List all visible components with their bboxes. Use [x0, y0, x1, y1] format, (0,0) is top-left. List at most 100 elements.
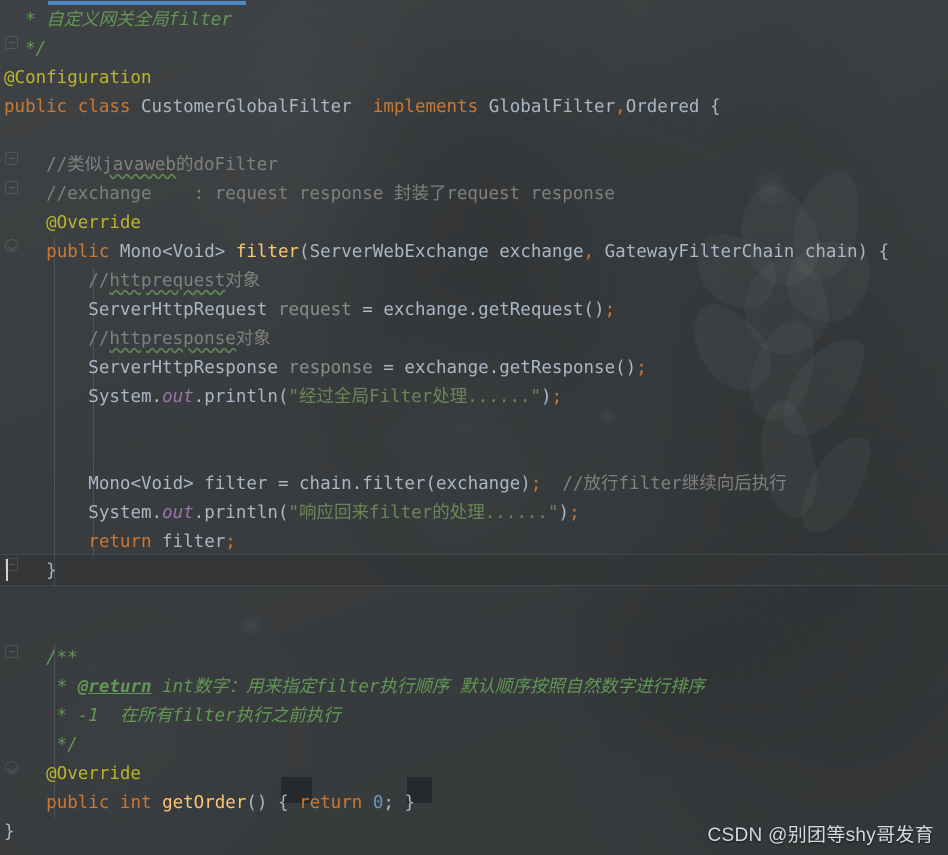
code-token: */	[4, 39, 47, 59]
code-token: Ordered	[625, 97, 700, 117]
code-token: Mono<Void>	[88, 474, 194, 494]
code-token: //类似	[4, 155, 103, 175]
code-token: ;	[636, 358, 647, 378]
code-line[interactable]: @Override	[4, 209, 948, 238]
code-line[interactable]: /**	[4, 644, 948, 673]
code-token: }	[4, 561, 57, 581]
code-token: request	[277, 300, 352, 320]
code-token: 自定义网关全局filter	[46, 10, 232, 30]
code-token: ,	[615, 97, 626, 117]
code-line[interactable]	[4, 441, 948, 470]
code-token: ;	[569, 503, 580, 523]
code-token: )	[558, 503, 570, 523]
code-line[interactable]: //httpresponse对象	[4, 325, 948, 354]
code-token: ServerHttpRequest	[88, 300, 268, 320]
code-token: ;	[530, 474, 542, 494]
code-token: @return	[77, 677, 152, 697]
code-token: 的doFilter	[175, 155, 278, 175]
code-line[interactable]: //类似javaweb的doFilter	[4, 151, 948, 180]
code-token: response	[288, 358, 373, 378]
code-editor[interactable]: * 自定义网关全局filter */ @Configuration public c…	[0, 0, 948, 855]
top-bar-blue-indicator	[48, 1, 246, 5]
code-line[interactable]: @Override	[4, 760, 948, 789]
code-line[interactable]: * -1 在所有filter执行之前执行	[4, 702, 948, 731]
code-token: httprequest	[109, 271, 226, 291]
code-line[interactable]	[4, 412, 948, 441]
code-token: *	[4, 10, 47, 30]
code-line[interactable]: */	[4, 731, 948, 760]
code-line[interactable]: public class CustomerGlobalFilter implem…	[4, 93, 948, 122]
code-token: () {	[246, 793, 300, 813]
code-line[interactable]: //exchange : request response 封装了request…	[4, 180, 948, 209]
code-line[interactable]: * 自定义网关全局filter	[4, 6, 948, 35]
code-token: CustomerGlobalFilter	[141, 97, 352, 117]
code-token: = exchange.getRequest()	[351, 300, 605, 320]
code-line[interactable]: public Mono<Void> filter(ServerWebExchan…	[4, 238, 948, 267]
code-token: = exchange.getResponse()	[372, 358, 637, 378]
code-line[interactable]: System.out.println("响应回来filter的处理......"…	[4, 499, 948, 528]
code-token: //	[4, 271, 110, 291]
code-line[interactable]: Mono<Void> filter = chain.filter(exchang…	[4, 470, 948, 499]
code-line[interactable]: */	[4, 35, 948, 64]
code-line[interactable]: * @return int数字：用来指定filter执行顺序 默认顺序按照自然数…	[4, 673, 948, 702]
code-token: class	[77, 97, 131, 117]
code-token: ,	[583, 242, 595, 262]
code-token: ServerWebExchange	[309, 242, 489, 262]
code-token: return	[299, 793, 363, 813]
code-token: //放行filter继续向后执行	[541, 474, 787, 494]
code-token: return	[88, 532, 152, 552]
code-token: //	[4, 329, 110, 349]
code-line[interactable]: ServerHttpRequest request = exchange.get…	[4, 296, 948, 325]
code-token: @Configuration	[4, 68, 152, 88]
code-token: ServerHttpResponse	[88, 358, 278, 378]
code-line[interactable]: //httprequest对象	[4, 267, 948, 296]
code-token: 对象	[225, 271, 261, 291]
code-token: .println(	[193, 503, 289, 523]
code-line[interactable]: }	[4, 557, 948, 586]
code-line[interactable]	[4, 586, 948, 615]
code-token: *	[4, 677, 78, 697]
code-token: (	[299, 242, 310, 262]
code-token: int	[119, 793, 152, 813]
code-line[interactable]	[4, 615, 948, 644]
code-token: public	[46, 242, 110, 262]
code-line[interactable]: ServerHttpResponse response = exchange.g…	[4, 354, 948, 383]
code-token: }	[4, 822, 15, 842]
code-token: exchange	[488, 242, 584, 262]
code-line[interactable]: public int getOrder() { return 0; }	[4, 789, 948, 818]
code-token: .println(	[193, 387, 289, 407]
code-token: */	[4, 735, 78, 755]
code-line[interactable]: @Configuration	[4, 64, 948, 93]
code-line[interactable]: System.out.println("经过全局Filter处理......")…	[4, 383, 948, 412]
code-token: filter = chain.filter(exchange)	[193, 474, 531, 494]
code-line[interactable]	[4, 122, 948, 151]
code-token: GatewayFilterChain	[604, 242, 795, 262]
code-token: httpresponse	[109, 329, 236, 349]
code-token: @Override	[4, 764, 141, 784]
csdn-watermark: CSDN @别团等shy哥发育	[707, 825, 934, 846]
code-token: getOrder	[162, 793, 247, 813]
code-text-area[interactable]: * 自定义网关全局filter */ @Configuration public c…	[0, 0, 948, 855]
code-token: 0	[372, 793, 384, 813]
code-line[interactable]: return filter;	[4, 528, 948, 557]
code-token: implements	[372, 97, 479, 117]
code-token: chain	[794, 242, 858, 262]
code-token: ;	[551, 387, 563, 407]
code-token: )	[541, 387, 552, 407]
